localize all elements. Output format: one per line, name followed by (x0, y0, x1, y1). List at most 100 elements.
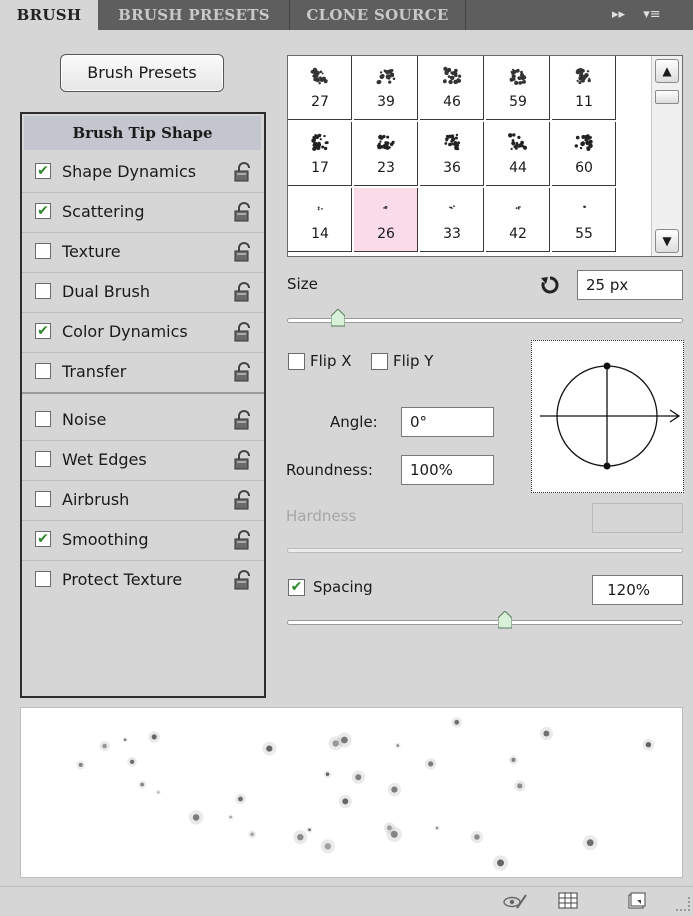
lock-icon[interactable] (234, 242, 252, 262)
brush-tip-icon (509, 68, 527, 85)
brush-tip-icon (515, 206, 521, 210)
flip-x-label: Flip X (310, 352, 352, 370)
grid-scrollbar[interactable]: ▲ ▼ (651, 56, 682, 256)
spacing-input[interactable]: 120% (592, 575, 683, 605)
hardness-label: Hardness (286, 507, 357, 525)
brush-size-label: 55 (575, 226, 593, 242)
scroll-up-icon[interactable]: ▲ (655, 59, 679, 83)
brush-cell[interactable]: 36 (420, 122, 484, 186)
option-dual-brush[interactable]: Dual Brush (22, 272, 264, 313)
brush-cell[interactable]: 14 (288, 188, 352, 252)
option-noise[interactable]: Noise (22, 400, 264, 441)
spacing-slider-thumb[interactable] (497, 611, 512, 629)
lock-icon[interactable] (234, 362, 252, 382)
panel-footer (0, 886, 693, 916)
option-checkbox[interactable]: ✔ (35, 163, 51, 179)
lock-icon[interactable] (234, 322, 252, 342)
toggle-grid-icon[interactable] (556, 891, 580, 911)
option-airbrush[interactable]: Airbrush (22, 480, 264, 521)
brush-cell[interactable]: 26 (354, 188, 418, 252)
option-checkbox[interactable] (35, 451, 51, 467)
size-input[interactable]: 25 px (577, 270, 683, 300)
brush-cell[interactable]: 11 (552, 56, 616, 120)
reset-icon[interactable] (540, 275, 560, 295)
brush-size-label: 23 (377, 160, 395, 176)
lock-icon[interactable] (234, 410, 252, 430)
lock-icon[interactable] (234, 202, 252, 222)
panel-menu: ▸▸ ▾≡ (612, 0, 661, 30)
option-checkbox[interactable] (35, 571, 51, 587)
option-checkbox[interactable]: ✔ (35, 531, 51, 547)
brush-size-label: 14 (311, 226, 329, 242)
spacing-checkbox[interactable]: ✔ (288, 579, 305, 596)
option-checkbox[interactable] (35, 411, 51, 427)
option-checkbox[interactable]: ✔ (35, 323, 51, 339)
brush-cell[interactable]: 59 (486, 56, 550, 120)
option-wet-edges[interactable]: Wet Edges (22, 440, 264, 481)
roundness-input[interactable]: 100% (401, 455, 494, 485)
brush-cell[interactable]: 33 (420, 188, 484, 252)
lock-icon[interactable] (234, 530, 252, 550)
option-checkbox[interactable] (35, 491, 51, 507)
scroll-down-icon[interactable]: ▼ (655, 229, 679, 253)
tab-brush[interactable]: BRUSH (0, 0, 98, 30)
brush-cell[interactable]: 27 (288, 56, 352, 120)
flip-y-label: Flip Y (393, 352, 434, 370)
option-label: Protect Texture (62, 570, 183, 589)
option-checkbox[interactable] (35, 363, 51, 379)
option-label: Wet Edges (62, 450, 147, 469)
option-color-dynamics[interactable]: ✔ Color Dynamics (22, 312, 264, 353)
brush-tip-icon (376, 69, 396, 85)
new-preset-icon[interactable] (624, 891, 648, 911)
option-shape-dynamics[interactable]: ✔ Shape Dynamics (22, 152, 264, 193)
visibility-brush-icon[interactable] (503, 891, 527, 911)
option-texture[interactable]: Texture (22, 232, 264, 273)
brush-size-label: 42 (509, 226, 527, 242)
brush-presets-button[interactable]: Brush Presets (60, 54, 224, 92)
brush-tip-icon (442, 66, 462, 85)
flip-x-checkbox[interactable] (288, 353, 305, 370)
angle-label: Angle: (330, 413, 378, 431)
brush-size-label: 27 (311, 94, 329, 110)
tip-shape-preview[interactable] (531, 340, 684, 493)
option-checkbox[interactable]: ✔ (35, 203, 51, 219)
flip-y-checkbox[interactable] (371, 353, 388, 370)
brush-size-label: 11 (575, 94, 593, 110)
option-scattering[interactable]: ✔ Scattering (22, 192, 264, 233)
lock-icon[interactable] (234, 162, 252, 182)
brush-cell[interactable]: 17 (288, 122, 352, 186)
brush-cell[interactable]: 42 (486, 188, 550, 252)
brush-cell[interactable]: 46 (420, 56, 484, 120)
option-checkbox[interactable] (35, 243, 51, 259)
lock-icon[interactable] (234, 282, 252, 302)
option-transfer[interactable]: Transfer (22, 352, 264, 394)
tab-clone-source[interactable]: CLONE SOURCE (290, 0, 466, 30)
tab-bar: BRUSH BRUSH PRESETS CLONE SOURCE ▸▸ ▾≡ (0, 0, 693, 30)
angle-input[interactable]: 0° (401, 407, 494, 437)
spacing-slider-track[interactable] (287, 620, 683, 625)
brush-cell[interactable]: 44 (486, 122, 550, 186)
brush-cell[interactable]: 39 (354, 56, 418, 120)
size-slider-track[interactable] (287, 318, 683, 323)
hardness-input (592, 503, 683, 533)
size-slider-thumb[interactable] (331, 309, 346, 327)
panel-menu-icon[interactable]: ▾≡ (643, 0, 660, 30)
lock-icon[interactable] (234, 490, 252, 510)
lock-icon[interactable] (234, 450, 252, 470)
brush-size-label: 39 (377, 94, 395, 110)
lock-icon[interactable] (234, 570, 252, 590)
option-checkbox[interactable] (35, 283, 51, 299)
brush-cell[interactable]: 23 (354, 122, 418, 186)
brush-cell[interactable]: 60 (552, 122, 616, 186)
collapse-icon[interactable]: ▸▸ (612, 0, 625, 30)
tab-brush-presets[interactable]: BRUSH PRESETS (99, 0, 290, 30)
scroll-thumb[interactable] (655, 90, 679, 104)
option-smoothing[interactable]: ✔ Smoothing (22, 520, 264, 561)
resize-grip[interactable] (676, 897, 690, 911)
option-protect-texture[interactable]: Protect Texture (22, 560, 264, 600)
brush-size-label: 17 (311, 160, 329, 176)
brush-cell[interactable]: 55 (552, 188, 616, 252)
brush-tip-icon (575, 67, 591, 85)
brush-tip-icon (383, 205, 388, 210)
brush-tip-shape-heading[interactable]: Brush Tip Shape (24, 116, 261, 150)
